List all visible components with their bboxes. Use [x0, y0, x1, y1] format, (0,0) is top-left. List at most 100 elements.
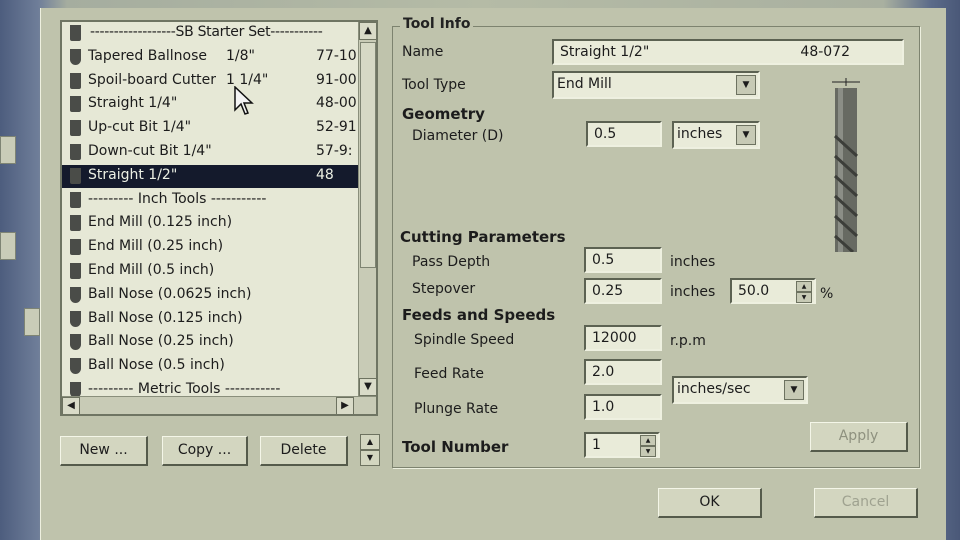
tool-info-title: Tool Info — [400, 16, 474, 32]
feeds-speeds-heading: Feeds and Speeds — [402, 306, 556, 324]
pass-depth-units: inches — [670, 254, 716, 270]
tool-number-spinner[interactable]: 1 ▲ ▼ — [584, 432, 660, 458]
tool-name: Tapered Ballnose — [88, 47, 208, 64]
ballnose-bit-icon — [70, 334, 81, 351]
diameter-units-value: inches — [677, 126, 723, 142]
plunge-rate-label: Plunge Rate — [414, 401, 499, 417]
tool-name: Spoil-board Cutter — [88, 71, 217, 88]
diameter-label: Diameter (D) — [412, 128, 504, 144]
new-tool-button[interactable]: New ... — [60, 436, 148, 466]
tool-list[interactable]: ------------------SB Starter Set--------… — [60, 20, 378, 416]
chevron-down-icon[interactable]: ▼ — [784, 380, 804, 400]
flat-bit-icon — [70, 263, 81, 279]
diameter-units-select[interactable]: inches ▼ — [672, 121, 760, 149]
tool-list-item[interactable]: Tapered Ballnose 1/8" 77-10 — [62, 46, 358, 69]
end-mill-tool-diagram — [832, 78, 860, 252]
apply-button[interactable]: Apply — [810, 422, 908, 452]
tool-name: ------------------SB Starter Set--------… — [90, 24, 323, 40]
tool-type-value: End Mill — [557, 76, 612, 92]
feed-rate-label: Feed Rate — [414, 366, 484, 382]
ballnose-bit-icon — [70, 358, 81, 375]
tool-list-item[interactable]: End Mill (0.25 inch) — [62, 236, 358, 259]
tool-code-value: 48-072 — [800, 44, 850, 60]
background-window-edge — [24, 308, 40, 336]
name-label: Name — [402, 44, 444, 60]
rate-units-value: inches/sec — [677, 381, 751, 397]
tool-list-item[interactable]: Up-cut Bit 1/4" 52-91 — [62, 117, 358, 140]
flat-bit-icon — [70, 120, 81, 137]
tool-name: Up-cut Bit 1/4" — [88, 119, 192, 136]
diameter-input[interactable]: 0.5 — [586, 121, 662, 147]
tool-list-item[interactable]: ------------------SB Starter Set--------… — [62, 22, 358, 45]
stepover-input[interactable]: 0.25 — [584, 278, 662, 304]
scroll-left-button[interactable]: ◀ — [62, 397, 80, 414]
tool-name: End Mill (0.25 inch) — [88, 238, 224, 255]
tool-number-value: 1 — [592, 437, 601, 453]
tool-list-item[interactable]: Straight 1/2" 48 — [62, 164, 358, 188]
ballnose-bit-icon — [70, 286, 81, 303]
geometry-heading: Geometry — [402, 105, 485, 123]
flat-bit-icon — [70, 72, 81, 89]
tool-name: End Mill (0.5 inch) — [88, 262, 215, 278]
spinner-arrows-icon[interactable]: ▲ ▼ — [796, 281, 812, 303]
tool-name: --------- Inch Tools ----------- — [88, 190, 267, 207]
tool-code: 52-91 — [316, 119, 357, 136]
stepover-percent-value: 50.0 — [738, 283, 770, 299]
tool-name: Down-cut Bit 1/4" — [88, 143, 212, 159]
tool-list-horizontal-scrollbar[interactable]: ◀ ▶ — [62, 396, 376, 414]
stepover-label: Stepover — [412, 281, 476, 297]
tool-list-vertical-scrollbar[interactable]: ▲ ▼ — [358, 22, 376, 396]
tool-list-item[interactable]: Down-cut Bit 1/4" 57-9: — [62, 141, 358, 164]
move-down-icon[interactable]: ▼ — [360, 450, 380, 466]
tool-type-select[interactable]: End Mill ▼ — [552, 71, 760, 99]
tool-list-item[interactable]: --------- Inch Tools ----------- — [62, 189, 358, 212]
tool-list-item[interactable]: End Mill (0.5 inch) — [62, 260, 358, 283]
tool-name: Straight 1/2" — [88, 166, 178, 183]
cancel-button[interactable]: Cancel — [814, 488, 918, 518]
tool-list-item[interactable]: Ball Nose (0.0625 inch) — [62, 284, 358, 307]
stepover-percent-spinner[interactable]: 50.0 ▲ ▼ — [730, 278, 816, 304]
spinner-arrows-icon[interactable]: ▲ ▼ — [640, 435, 656, 457]
tool-name-field[interactable]: Straight 1/2" 48-072 — [552, 39, 904, 65]
scroll-down-button[interactable]: ▼ — [359, 378, 376, 396]
flat-bit-icon — [70, 144, 81, 160]
pass-depth-label: Pass Depth — [412, 254, 491, 270]
tool-list-item[interactable]: Ball Nose (0.25 inch) — [62, 331, 358, 354]
tool-code: 91-00 — [316, 71, 357, 88]
spindle-speed-input[interactable]: 12000 — [584, 325, 662, 351]
tool-code: 48-00! — [316, 95, 363, 112]
delete-tool-button[interactable]: Delete — [260, 436, 348, 466]
tool-list-item[interactable]: End Mill (0.125 inch) — [62, 212, 358, 235]
tool-name: Ball Nose (0.0625 inch) — [88, 285, 252, 302]
scroll-up-button[interactable]: ▲ — [359, 22, 376, 40]
ok-button[interactable]: OK — [658, 488, 762, 518]
mouse-pointer-icon — [234, 86, 254, 115]
plunge-rate-input[interactable]: 1.0 — [584, 394, 662, 420]
move-up-icon[interactable]: ▲ — [360, 434, 380, 450]
flat-bit-icon — [70, 239, 81, 256]
flat-bit-icon — [70, 167, 81, 184]
tool-list-item[interactable]: Ball Nose (0.5 inch) — [62, 355, 358, 378]
stepover-units: inches — [670, 284, 716, 300]
rate-units-select[interactable]: inches/sec ▼ — [672, 376, 808, 404]
tool-number-label: Tool Number — [402, 438, 509, 456]
tool-list-item[interactable]: Straight 1/4" 48-00! — [62, 93, 362, 116]
scroll-thumb[interactable] — [360, 42, 376, 268]
chevron-down-icon[interactable]: ▼ — [736, 75, 756, 95]
feed-rate-input[interactable]: 2.0 — [584, 359, 662, 385]
flat-bit-icon — [70, 191, 81, 208]
percent-sign: % — [820, 286, 834, 302]
scroll-right-button[interactable]: ▶ — [336, 397, 354, 414]
tool-name: Ball Nose (0.5 inch) — [88, 357, 225, 374]
spindle-speed-label: Spindle Speed — [414, 332, 515, 348]
copy-tool-button[interactable]: Copy ... — [162, 436, 248, 466]
chevron-down-icon[interactable]: ▼ — [736, 125, 756, 145]
ballnose-bit-icon — [70, 48, 81, 65]
tool-list-item[interactable]: Spoil-board Cutter 1 1/4" 91-00 — [62, 70, 358, 93]
cutting-parameters-heading: Cutting Parameters — [400, 228, 566, 246]
tool-list-item[interactable]: Ball Nose (0.125 inch) — [62, 308, 358, 331]
pass-depth-input[interactable]: 0.5 — [584, 247, 662, 273]
reorder-spinner[interactable]: ▲ ▼ — [360, 434, 380, 466]
flat-bit-icon — [70, 25, 81, 41]
background-window-edge — [0, 232, 16, 260]
